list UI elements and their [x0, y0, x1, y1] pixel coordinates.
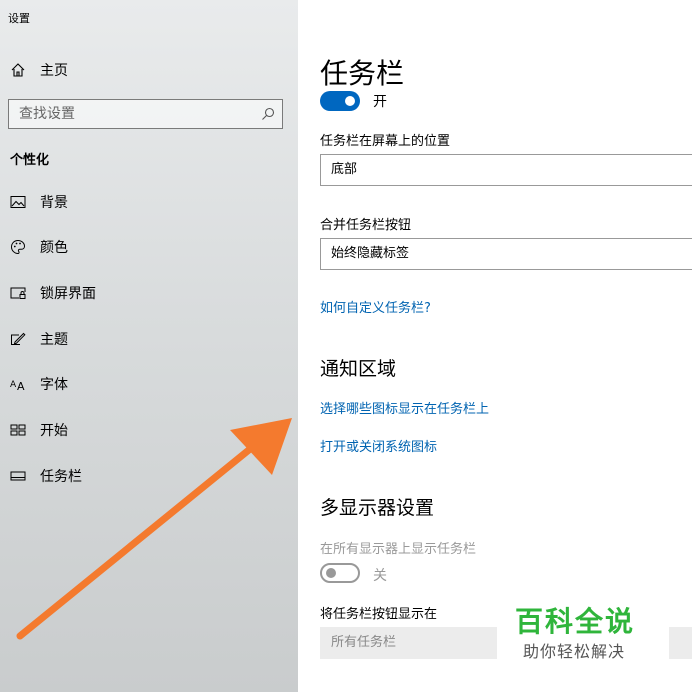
multi-show-label: 在所有显示器上显示任务栏	[320, 542, 477, 557]
home-icon	[9, 61, 27, 79]
toggle-knob	[326, 568, 336, 578]
system-icons-link[interactable]: 打开或关闭系统图标	[320, 436, 437, 455]
watermark-title: 百科全说	[515, 605, 636, 638]
svg-text:A: A	[17, 380, 25, 391]
sidebar-item-start[interactable]: 开始	[0, 415, 298, 445]
sidebar-item-background[interactable]: 背景	[0, 187, 298, 217]
sidebar-item-themes[interactable]: 主题	[0, 324, 298, 354]
sidebar-item-label: 锁屏界面	[40, 286, 96, 302]
multi-display-toggle[interactable]	[320, 563, 360, 583]
sidebar-item-label: 字体	[40, 377, 68, 393]
page-title: 任务栏	[320, 57, 405, 90]
main-panel: 任务栏 开 任务栏在屏幕上的位置 底部 合并任务栏按钮 始终隐藏标签 如何自定义…	[298, 0, 692, 692]
watermark-subtitle: 助你轻松解决	[523, 642, 626, 661]
notification-heading: 通知区域	[320, 358, 397, 380]
palette-icon	[9, 238, 27, 256]
sidebar-item-lock-screen[interactable]: 锁屏界面	[0, 278, 298, 308]
section-title: 个性化	[10, 153, 50, 168]
taskbar-icon	[9, 467, 27, 485]
search-icon[interactable]	[260, 106, 276, 122]
sidebar-item-home[interactable]: 主页	[0, 55, 298, 85]
toggle-state-label: 开	[373, 94, 387, 110]
sidebar-item-label: 主题	[40, 332, 68, 348]
search-field[interactable]	[8, 99, 283, 129]
sidebar-item-label: 颜色	[40, 240, 68, 256]
combine-label: 合并任务栏按钮	[320, 218, 412, 233]
theme-icon	[9, 330, 27, 348]
combine-dropdown[interactable]: 始终隐藏标签	[320, 238, 692, 270]
select-icons-link[interactable]: 选择哪些图标显示在任务栏上	[320, 398, 489, 417]
app-title: 设置	[8, 12, 30, 25]
multi-display-heading: 多显示器设置	[320, 497, 435, 519]
start-icon	[9, 421, 27, 439]
position-label: 任务栏在屏幕上的位置	[320, 134, 451, 149]
picture-icon	[9, 193, 27, 211]
svg-text:A: A	[10, 380, 17, 390]
font-icon: AA	[9, 375, 27, 393]
toggle-knob	[345, 96, 355, 106]
position-dropdown[interactable]: 底部	[320, 154, 692, 186]
customize-taskbar-link[interactable]: 如何自定义任务栏?	[320, 297, 431, 316]
sidebar-item-fonts[interactable]: AA 字体	[0, 369, 298, 399]
sidebar-item-label: 任务栏	[40, 469, 82, 485]
search-input[interactable]	[9, 100, 249, 128]
lock-screen-icon	[9, 284, 27, 302]
multi-buttons-label: 将任务栏按钮显示在	[320, 607, 438, 622]
sidebar-item-label: 背景	[40, 195, 68, 211]
sidebar-item-colors[interactable]: 颜色	[0, 232, 298, 262]
sidebar-item-label: 开始	[40, 423, 68, 439]
taskbar-lock-toggle[interactable]	[320, 91, 360, 111]
sidebar: 设置 主页 个性化 背景 颜色 锁屏界面 主题	[0, 0, 298, 692]
sidebar-item-taskbar[interactable]: 任务栏	[0, 461, 298, 491]
watermark: 百科全说 助你轻松解决	[497, 600, 669, 662]
toggle-state-label: 关	[373, 568, 387, 584]
sidebar-item-label: 主页	[40, 63, 68, 79]
